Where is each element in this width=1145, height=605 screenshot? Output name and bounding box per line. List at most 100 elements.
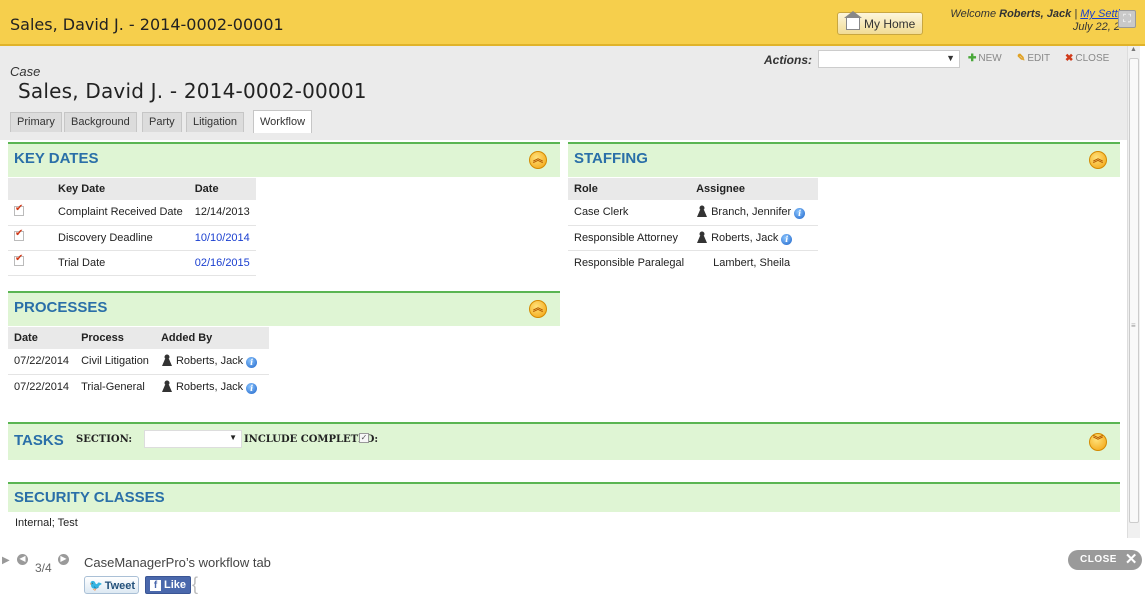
facebook-icon: f (150, 580, 161, 591)
my-home-label: My Home (864, 17, 916, 31)
include-completed-label: INCLUDE COMPLETED: (244, 434, 379, 445)
info-icon[interactable]: i (246, 357, 258, 369)
close-slideshow-button[interactable]: CLOSE ✕ (1068, 550, 1142, 570)
actions-label: Actions: (764, 53, 812, 67)
edit-button-label: EDIT (1027, 53, 1051, 64)
case-label: Case (10, 64, 41, 79)
case-header: Case Sales, David J. - 2014-0002-00001 A… (0, 46, 1127, 140)
facebook-like-button[interactable]: f Like (145, 576, 191, 594)
expand-section-icon[interactable]: ︾ (1089, 433, 1107, 451)
tab-primary[interactable]: Primary (10, 112, 62, 132)
person-icon (697, 231, 708, 243)
actions-dropdown[interactable]: ▼ (818, 50, 960, 68)
chevron-down-icon: ▼ (229, 433, 237, 442)
table-row: Responsible Attorney Roberts, Jack i (568, 225, 819, 251)
welcome-text: Welcome Roberts, Jack | My Setti July 22… (940, 8, 1120, 33)
scroll-up-icon[interactable]: ▲ (1130, 46, 1137, 53)
key-date-name: Discovery Deadline (52, 225, 189, 251)
collapse-icon[interactable]: ︽ (529, 300, 547, 318)
chevron-down-icon: ▼ (946, 53, 955, 63)
table-row: 07/22/2014 Trial-General Roberts, Jack i (8, 374, 269, 399)
top-header-bar: Sales, David J. - 2014-0002-00001 My Hom… (0, 0, 1145, 46)
window-title: Sales, David J. - 2014-0002-00001 (10, 15, 284, 34)
tab-party[interactable]: Party (142, 112, 182, 132)
close-icon: ✕ (1124, 551, 1138, 568)
tab-workflow[interactable]: Workflow (253, 110, 313, 133)
process-name: Trial-General (81, 380, 145, 393)
table-row: Trial Date 02/16/2015 (8, 250, 256, 276)
welcome-separator: | (1071, 8, 1081, 20)
previous-slide-icon[interactable]: ◀ (17, 554, 28, 565)
column-header: Role (568, 178, 691, 200)
new-button-label: NEW (978, 53, 1002, 64)
home-icon (844, 11, 862, 30)
checked-checkbox-icon[interactable] (14, 203, 24, 216)
close-slideshow-label: CLOSE (1080, 554, 1117, 565)
process-added-by: Roberts, Jack (175, 380, 244, 393)
play-icon[interactable]: ▶ (2, 555, 10, 566)
collapse-icon[interactable]: ︽ (1089, 151, 1107, 169)
my-home-button[interactable]: My Home (837, 11, 923, 35)
staffing-table: Role Assignee Case Clerk Branch, Jennife… (568, 178, 819, 275)
edit-button[interactable]: ✎ EDIT (1017, 53, 1050, 64)
collapse-icon[interactable]: ︽ (529, 151, 547, 169)
tab-background[interactable]: Background (64, 112, 137, 132)
slideshow-bar: ▶ ◀ 3/4 ▶ CaseManagerPro’s workflow tab … (0, 540, 1145, 605)
table-row: Complaint Received Date 12/14/2013 (8, 200, 256, 226)
my-settings-link[interactable]: My Setti (1080, 8, 1120, 20)
staff-assignee: Lambert, Sheila (713, 256, 791, 269)
edit-icon: ✎ (1017, 53, 1026, 64)
key-date-link[interactable]: 10/10/2014 (188, 225, 256, 251)
twitter-bird-icon: 🐦 (89, 580, 103, 592)
include-completed-checkbox[interactable]: ✓ (359, 433, 369, 443)
staff-role: Case Clerk (568, 200, 691, 226)
table-row: Discovery Deadline 10/10/2014 (8, 225, 256, 251)
table-row: Case Clerk Branch, Jennifer i (568, 200, 819, 226)
close-icon: ✖ (1065, 53, 1074, 64)
case-name: Sales, David J. - 2014-0002-00001 (18, 79, 367, 103)
key-date-value: 12/14/2013 (188, 200, 256, 226)
table-row: Responsible Paralegal Lambert, Sheila (568, 250, 818, 275)
slide-caption: CaseManagerPro’s workflow tab (84, 555, 271, 570)
processes-title: PROCESSES (14, 299, 108, 316)
checked-checkbox-icon[interactable] (14, 228, 24, 241)
key-date-name: Trial Date (52, 250, 189, 276)
close-case-button[interactable]: ✖ CLOSE (1065, 53, 1109, 64)
like-count-bubble: { (192, 574, 199, 594)
security-classes-panel-header: SECURITY CLASSES (8, 482, 1120, 512)
new-button[interactable]: ✚ NEW (968, 53, 1002, 64)
next-slide-icon[interactable]: ▶ (58, 554, 69, 565)
process-name: Civil Litigation (75, 349, 155, 375)
column-header: Assignee (690, 178, 819, 200)
tweet-button[interactable]: 🐦 Tweet (84, 576, 139, 594)
key-date-link[interactable]: 02/16/2015 (188, 250, 256, 276)
key-dates-panel-header: KEY DATES ︽ (8, 142, 560, 177)
key-dates-title: KEY DATES (14, 150, 99, 167)
staffing-title: STAFFING (574, 150, 648, 167)
tweet-label: Tweet (104, 580, 136, 592)
person-icon (161, 354, 172, 367)
section-label: SECTION: (76, 434, 133, 445)
process-date: 07/22/2014 (8, 349, 76, 375)
table-row: 07/22/2014 Civil Litigation Roberts, Jac… (8, 349, 269, 375)
current-date: July 22, 2 (1072, 21, 1120, 33)
scroll-grip-icon: ≡ (1131, 321, 1136, 330)
section-dropdown[interactable]: ▼ (144, 430, 242, 448)
key-dates-table: Key Date Date Complaint Received Date 12… (8, 178, 256, 276)
processes-panel-header: PROCESSES ︽ (8, 291, 560, 326)
staff-assignee: Branch, Jennifer (711, 206, 792, 219)
scrollbar-thumb[interactable] (1129, 58, 1139, 523)
column-header: Process (75, 327, 155, 349)
staff-assignee: Roberts, Jack (711, 231, 779, 244)
checked-checkbox-icon[interactable] (14, 253, 24, 266)
info-icon[interactable]: i (246, 382, 258, 394)
person-icon (697, 205, 708, 218)
info-icon[interactable]: i (794, 208, 806, 220)
tab-litigation[interactable]: Litigation (186, 112, 245, 132)
vertical-scrollbar[interactable]: ▲ ≡ (1127, 46, 1140, 538)
info-icon[interactable]: i (781, 233, 793, 245)
column-header: Added By (154, 327, 269, 349)
staff-role: Responsible Attorney (568, 225, 691, 251)
expand-icon[interactable]: ⛶ (1118, 10, 1136, 28)
security-classes-title: SECURITY CLASSES (14, 489, 165, 506)
